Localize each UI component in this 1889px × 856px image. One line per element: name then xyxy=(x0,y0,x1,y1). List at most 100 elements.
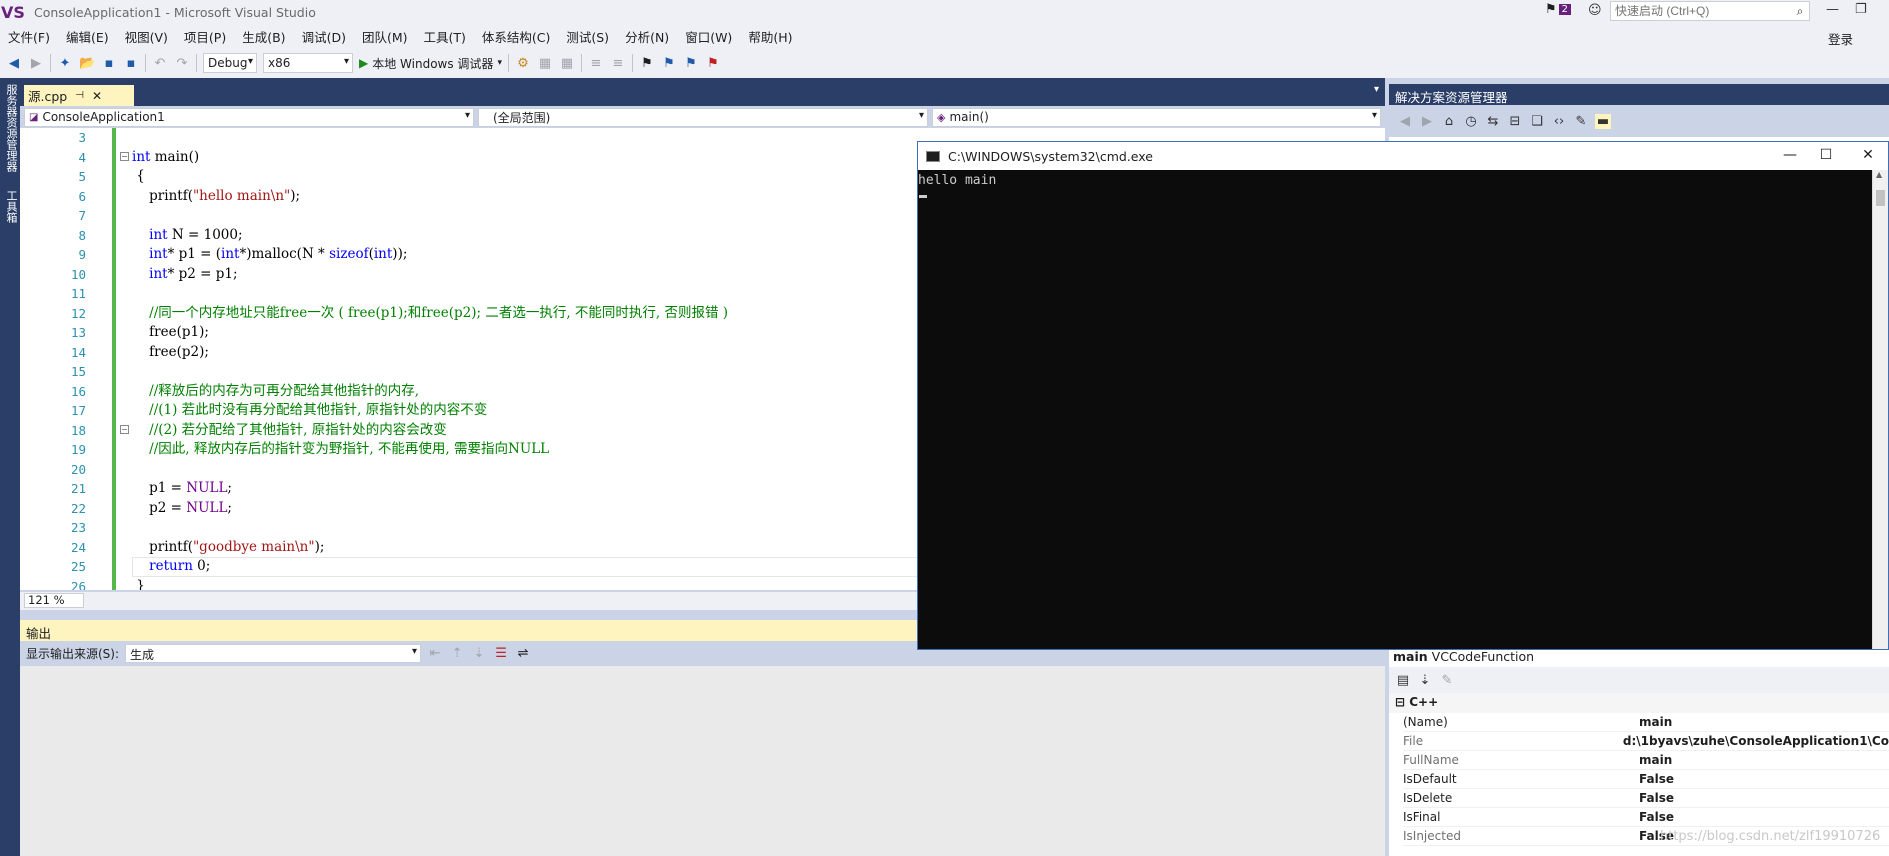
menu-window[interactable]: 窗口(W) xyxy=(677,27,740,46)
word-wrap-icon[interactable]: ⇌ xyxy=(515,646,531,661)
console-scrollbar[interactable]: ▲ xyxy=(1872,170,1888,649)
property-category[interactable]: ⊟ C++ xyxy=(1389,693,1889,713)
login-link[interactable]: 登录 xyxy=(1828,29,1853,48)
code-comment: //同一个内存地址只能free一次 ( free(p1);和free(p2); … xyxy=(132,304,729,321)
preview-icon[interactable]: ▬ xyxy=(1595,113,1611,129)
forward-icon[interactable]: ▶ xyxy=(1419,114,1435,129)
bookmark-icon[interactable]: ⚑ xyxy=(639,56,655,71)
scroll-up-icon[interactable]: ▲ xyxy=(1876,170,1882,179)
show-all-files-icon[interactable]: ❏ xyxy=(1529,114,1545,129)
prev-message-icon[interactable]: ⇡ xyxy=(449,646,465,661)
sync-icon[interactable]: ⇆ xyxy=(1485,114,1501,129)
save-all-icon[interactable]: ▪ xyxy=(123,56,139,71)
window-title: ConsoleApplication1 - Microsoft Visual S… xyxy=(34,4,316,20)
configuration-select[interactable]: Debug xyxy=(203,53,257,73)
clear-bookmarks-icon[interactable]: ⚑ xyxy=(705,56,721,71)
redo-icon[interactable]: ↷ xyxy=(174,56,190,71)
prev-bookmark-icon[interactable]: ⚑ xyxy=(661,56,677,71)
undo-icon[interactable]: ↶ xyxy=(152,56,168,71)
toolbox-tab[interactable]: 工具箱 xyxy=(3,190,19,223)
menu-project[interactable]: 项目(P) xyxy=(176,27,234,46)
line-number: 7 xyxy=(78,208,86,223)
console-cursor xyxy=(919,195,927,198)
line-number: 21 xyxy=(70,481,86,496)
menu-build[interactable]: 生成(B) xyxy=(234,27,293,46)
server-explorer-tab[interactable]: 服务器资源管理器 xyxy=(3,84,19,172)
minimize-icon[interactable]: — xyxy=(1780,147,1800,163)
quick-launch-input[interactable] xyxy=(1611,4,1791,18)
output-source-label: 显示输出来源(S): xyxy=(26,647,120,661)
property-pages-icon[interactable]: ✎ xyxy=(1439,673,1455,688)
collapse-icon[interactable]: − xyxy=(120,425,129,434)
clear-all-icon[interactable]: ☰ xyxy=(493,646,509,661)
menu-view[interactable]: 视图(V) xyxy=(117,27,176,46)
new-project-icon[interactable]: ✦ xyxy=(57,56,73,71)
step-over-icon[interactable]: ▦ xyxy=(559,56,575,71)
collapse-icon[interactable]: − xyxy=(120,152,129,161)
console-title-bar[interactable]: C:\WINDOWS\system32\cmd.exe — ☐ ✕ xyxy=(918,142,1888,170)
menu-file[interactable]: 文件(F) xyxy=(0,27,58,46)
solution-explorer-title: 解决方案资源管理器 xyxy=(1389,84,1889,105)
maximize-icon[interactable]: ☐ xyxy=(1816,147,1836,163)
outdent-icon[interactable]: ≡ xyxy=(610,56,626,71)
output-text-area[interactable] xyxy=(20,666,1385,856)
step-icon[interactable]: ▦ xyxy=(537,56,553,71)
wrench-icon[interactable]: ✎ xyxy=(1573,114,1589,129)
close-icon[interactable]: ✕ xyxy=(1858,147,1878,163)
collapse-all-icon[interactable]: ⊟ xyxy=(1507,114,1523,129)
tab-dropdown-icon[interactable]: ▾ xyxy=(1374,84,1379,95)
cpp-project-icon: ◪ xyxy=(29,111,39,123)
menu-help[interactable]: 帮助(H) xyxy=(740,27,800,46)
goto-message-icon[interactable]: ⇤ xyxy=(427,646,443,661)
property-row[interactable]: IsDefault False xyxy=(1403,770,1889,789)
save-icon[interactable]: ▪ xyxy=(101,56,117,71)
menu-edit[interactable]: 编辑(E) xyxy=(58,27,117,46)
forward-icon[interactable]: ▶ xyxy=(28,56,44,71)
zoom-select[interactable]: 121 % xyxy=(24,593,84,608)
scrollbar-thumb[interactable] xyxy=(1876,190,1885,206)
function-select[interactable]: ◈ main() xyxy=(932,107,1381,127)
find-in-files-icon[interactable]: ⚙ xyxy=(515,56,531,71)
menu-analyze[interactable]: 分析(N) xyxy=(617,27,677,46)
platform-select[interactable]: x86 xyxy=(263,53,353,73)
menu-test[interactable]: 测试(S) xyxy=(558,27,617,46)
back-icon[interactable]: ◀ xyxy=(1397,114,1413,129)
property-row[interactable]: (Name) main xyxy=(1403,713,1889,732)
indent-icon[interactable]: ≡ xyxy=(588,56,604,71)
notifications-button[interactable]: ⚑ 2 xyxy=(1545,2,1572,17)
output-source-select[interactable]: 生成 xyxy=(125,644,422,663)
property-row[interactable]: IsFinal False xyxy=(1403,808,1889,827)
property-row[interactable]: File d:\1byavs\zuhe\ConsoleApplication1\C… xyxy=(1403,732,1889,751)
menu-debug[interactable]: 调试(D) xyxy=(294,27,354,46)
console-output-area[interactable]: hello main xyxy=(918,170,1872,649)
tab-source-cpp[interactable]: 源.cpp ⊣ ✕ xyxy=(24,85,134,106)
properties-toolbar: ▤ ⇣ ✎ xyxy=(1389,667,1889,693)
next-message-icon[interactable]: ⇣ xyxy=(471,646,487,661)
property-row[interactable]: IsDelete False xyxy=(1403,789,1889,808)
categorized-icon[interactable]: ▤ xyxy=(1395,673,1411,688)
visual-studio-logo-icon: VS xyxy=(1,2,25,22)
restore-icon[interactable]: ❐ xyxy=(1855,2,1867,17)
output-scrollbar[interactable] xyxy=(1366,666,1376,856)
scope-select[interactable]: (全局范围) xyxy=(478,107,928,127)
home-icon[interactable]: ⌂ xyxy=(1441,114,1457,129)
open-file-icon[interactable]: 📂 xyxy=(79,56,95,71)
feedback-icon[interactable]: ☺ xyxy=(1588,3,1602,18)
search-icon[interactable]: ⌕ xyxy=(1791,4,1809,19)
start-debugging-button[interactable]: ▶ 本地 Windows 调试器 ▾ xyxy=(359,55,502,72)
code-line: int main() xyxy=(132,148,200,165)
project-select[interactable]: ◪ ConsoleApplication1 xyxy=(24,107,474,127)
next-bookmark-icon[interactable]: ⚑ xyxy=(683,56,699,71)
menu-architecture[interactable]: 体系结构(C) xyxy=(474,27,558,46)
alphabetical-icon[interactable]: ⇣ xyxy=(1417,673,1433,688)
pin-icon[interactable]: ⊣ xyxy=(75,90,84,101)
property-row[interactable]: FullName main xyxy=(1403,751,1889,770)
view-code-icon[interactable]: ‹› xyxy=(1551,114,1567,129)
quick-launch-box[interactable]: ⌕ xyxy=(1610,1,1810,21)
history-icon[interactable]: ◷ xyxy=(1463,114,1479,129)
minimize-icon[interactable]: — xyxy=(1826,2,1839,17)
back-icon[interactable]: ◀ xyxy=(6,56,22,71)
close-icon[interactable]: ✕ xyxy=(92,89,102,103)
menu-tools[interactable]: 工具(T) xyxy=(416,27,474,46)
menu-team[interactable]: 团队(M) xyxy=(354,27,416,46)
